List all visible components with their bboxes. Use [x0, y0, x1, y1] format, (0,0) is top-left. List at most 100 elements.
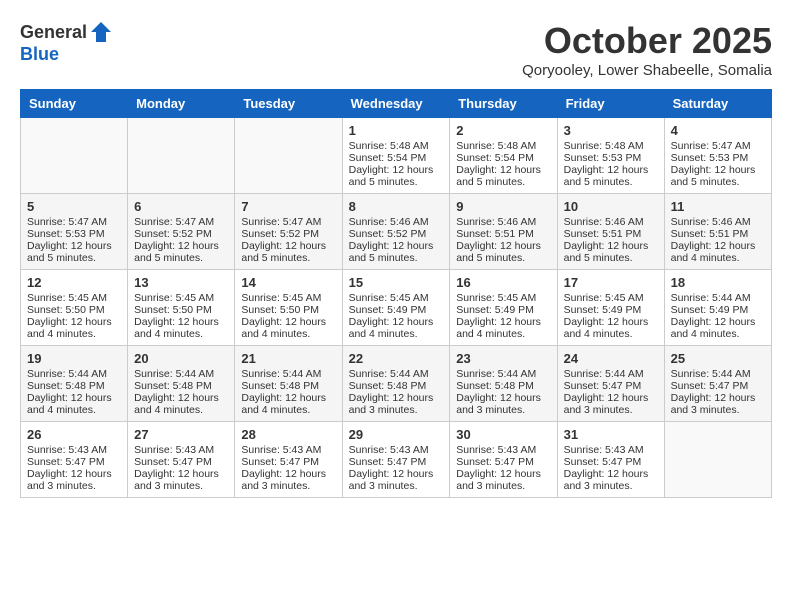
day-number: 31 [564, 427, 658, 442]
sunrise-text: Sunrise: 5:46 AM [671, 216, 765, 228]
day-number: 21 [241, 351, 335, 366]
sunrise-text: Sunrise: 5:48 AM [564, 140, 658, 152]
title-block: October 2025 Qoryooley, Lower Shabeelle,… [522, 20, 772, 79]
day-number: 25 [671, 351, 765, 366]
calendar-cell: 15Sunrise: 5:45 AMSunset: 5:49 PMDayligh… [342, 270, 450, 346]
sunrise-text: Sunrise: 5:46 AM [564, 216, 658, 228]
day-number: 17 [564, 275, 658, 290]
weekday-header-tuesday: Tuesday [235, 90, 342, 118]
day-number: 9 [456, 199, 550, 214]
sunset-text: Sunset: 5:47 PM [134, 456, 228, 468]
logo: General Blue [20, 20, 113, 65]
day-number: 3 [564, 123, 658, 138]
daylight-text: Daylight: 12 hours and 4 minutes. [671, 316, 765, 340]
weekday-header-wednesday: Wednesday [342, 90, 450, 118]
day-number: 23 [456, 351, 550, 366]
calendar-cell: 19Sunrise: 5:44 AMSunset: 5:48 PMDayligh… [21, 346, 128, 422]
daylight-text: Daylight: 12 hours and 5 minutes. [564, 164, 658, 188]
calendar-cell: 10Sunrise: 5:46 AMSunset: 5:51 PMDayligh… [557, 194, 664, 270]
day-number: 18 [671, 275, 765, 290]
daylight-text: Daylight: 12 hours and 4 minutes. [564, 316, 658, 340]
sunrise-text: Sunrise: 5:43 AM [241, 444, 335, 456]
day-number: 8 [349, 199, 444, 214]
sunrise-text: Sunrise: 5:44 AM [456, 368, 550, 380]
sunrise-text: Sunrise: 5:45 AM [241, 292, 335, 304]
sunset-text: Sunset: 5:50 PM [27, 304, 121, 316]
sunset-text: Sunset: 5:47 PM [349, 456, 444, 468]
sunset-text: Sunset: 5:51 PM [456, 228, 550, 240]
day-number: 7 [241, 199, 335, 214]
day-number: 10 [564, 199, 658, 214]
daylight-text: Daylight: 12 hours and 4 minutes. [456, 316, 550, 340]
calendar-cell: 8Sunrise: 5:46 AMSunset: 5:52 PMDaylight… [342, 194, 450, 270]
sunrise-text: Sunrise: 5:45 AM [134, 292, 228, 304]
sunrise-text: Sunrise: 5:44 AM [27, 368, 121, 380]
sunrise-text: Sunrise: 5:46 AM [456, 216, 550, 228]
sunset-text: Sunset: 5:54 PM [349, 152, 444, 164]
daylight-text: Daylight: 12 hours and 4 minutes. [349, 316, 444, 340]
calendar-week-3: 12Sunrise: 5:45 AMSunset: 5:50 PMDayligh… [21, 270, 772, 346]
daylight-text: Daylight: 12 hours and 3 minutes. [564, 392, 658, 416]
sunset-text: Sunset: 5:51 PM [564, 228, 658, 240]
sunrise-text: Sunrise: 5:43 AM [349, 444, 444, 456]
logo-icon [89, 20, 113, 44]
calendar-cell: 18 Sunrise: 5:44 AMSunset: 5:49 PMDayligh… [664, 270, 771, 346]
sunset-text: Sunset: 5:47 PM [564, 380, 658, 392]
sunrise-text: Sunrise: 5:45 AM [564, 292, 658, 304]
calendar-cell: 14Sunrise: 5:45 AMSunset: 5:50 PMDayligh… [235, 270, 342, 346]
day-number: 30 [456, 427, 550, 442]
calendar-cell: 24Sunrise: 5:44 AMSunset: 5:47 PMDayligh… [557, 346, 664, 422]
daylight-text: Daylight: 12 hours and 5 minutes. [241, 240, 335, 264]
day-number: 1 [349, 123, 444, 138]
logo-general: General [20, 22, 87, 43]
sunrise-text: Sunrise: 5:45 AM [456, 292, 550, 304]
sunrise-text: Sunrise: 5:44 AM [671, 292, 765, 304]
day-number: 5 [27, 199, 121, 214]
sunrise-text: Sunrise: 5:43 AM [564, 444, 658, 456]
sunset-text: Sunset: 5:51 PM [671, 228, 765, 240]
day-number: 29 [349, 427, 444, 442]
daylight-text: Daylight: 12 hours and 3 minutes. [671, 392, 765, 416]
sunrise-text: Sunrise: 5:47 AM [671, 140, 765, 152]
calendar-cell: 1Sunrise: 5:48 AMSunset: 5:54 PMDaylight… [342, 118, 450, 194]
calendar-cell: 30Sunrise: 5:43 AMSunset: 5:47 PMDayligh… [450, 422, 557, 498]
daylight-text: Daylight: 12 hours and 4 minutes. [241, 316, 335, 340]
calendar-cell: 12Sunrise: 5:45 AMSunset: 5:50 PMDayligh… [21, 270, 128, 346]
calendar-cell: 27Sunrise: 5:43 AMSunset: 5:47 PMDayligh… [128, 422, 235, 498]
weekday-header-saturday: Saturday [664, 90, 771, 118]
sunset-text: Sunset: 5:48 PM [27, 380, 121, 392]
logo-blue: Blue [20, 44, 59, 64]
calendar-cell: 26Sunrise: 5:43 AMSunset: 5:47 PMDayligh… [21, 422, 128, 498]
calendar-cell: 31Sunrise: 5:43 AMSunset: 5:47 PMDayligh… [557, 422, 664, 498]
sunset-text: Sunset: 5:48 PM [241, 380, 335, 392]
daylight-text: Daylight: 12 hours and 4 minutes. [27, 392, 121, 416]
daylight-text: Daylight: 12 hours and 4 minutes. [134, 316, 228, 340]
daylight-text: Daylight: 12 hours and 5 minutes. [27, 240, 121, 264]
weekday-header-friday: Friday [557, 90, 664, 118]
daylight-text: Daylight: 12 hours and 3 minutes. [456, 468, 550, 492]
daylight-text: Daylight: 12 hours and 5 minutes. [349, 164, 444, 188]
sunset-text: Sunset: 5:47 PM [241, 456, 335, 468]
daylight-text: Daylight: 12 hours and 4 minutes. [671, 240, 765, 264]
sunset-text: Sunset: 5:47 PM [564, 456, 658, 468]
day-number: 4 [671, 123, 765, 138]
weekday-header-thursday: Thursday [450, 90, 557, 118]
calendar-cell [664, 422, 771, 498]
daylight-text: Daylight: 12 hours and 3 minutes. [27, 468, 121, 492]
day-number: 15 [349, 275, 444, 290]
sunset-text: Sunset: 5:49 PM [671, 304, 765, 316]
weekday-header-row: SundayMondayTuesdayWednesdayThursdayFrid… [21, 90, 772, 118]
calendar-table: SundayMondayTuesdayWednesdayThursdayFrid… [20, 89, 772, 498]
sunset-text: Sunset: 5:49 PM [456, 304, 550, 316]
day-number: 13 [134, 275, 228, 290]
day-number: 24 [564, 351, 658, 366]
calendar-cell: 25Sunrise: 5:44 AMSunset: 5:47 PMDayligh… [664, 346, 771, 422]
sunset-text: Sunset: 5:50 PM [134, 304, 228, 316]
calendar-cell: 4Sunrise: 5:47 AMSunset: 5:53 PMDaylight… [664, 118, 771, 194]
sunrise-text: Sunrise: 5:44 AM [241, 368, 335, 380]
calendar-cell: 21Sunrise: 5:44 AMSunset: 5:48 PMDayligh… [235, 346, 342, 422]
day-number: 12 [27, 275, 121, 290]
calendar-cell: 11Sunrise: 5:46 AMSunset: 5:51 PMDayligh… [664, 194, 771, 270]
sunrise-text: Sunrise: 5:43 AM [456, 444, 550, 456]
calendar-cell [235, 118, 342, 194]
